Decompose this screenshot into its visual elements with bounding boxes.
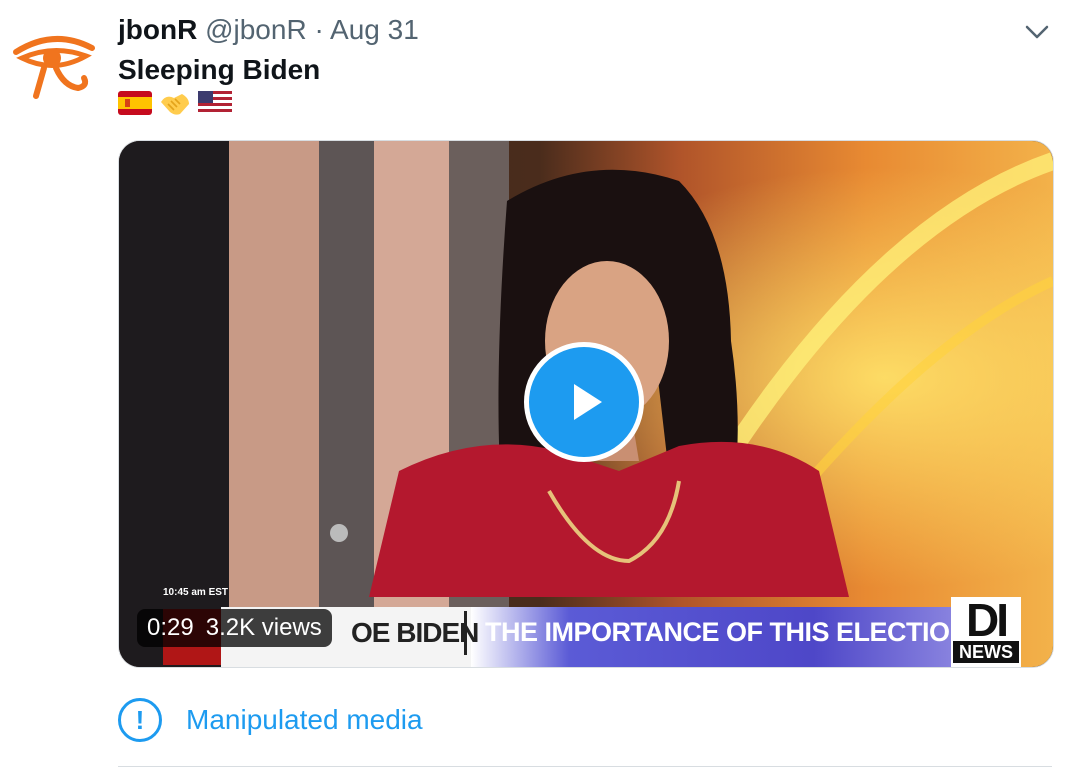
chevron-down-icon: [1025, 25, 1049, 39]
on-screen-time: 10:45 am EST: [163, 587, 229, 598]
tweet-date[interactable]: Aug 31: [330, 14, 419, 45]
us-flag-icon: [198, 91, 232, 115]
tweet-header: jbonR @jbonR · Aug 31: [118, 14, 419, 46]
author-name[interactable]: jbonR: [118, 14, 197, 45]
eye-of-horus-icon: [13, 36, 95, 99]
video-duration: 0:29: [147, 614, 194, 641]
author-handle[interactable]: @jbonR: [205, 14, 307, 45]
play-icon: [574, 384, 602, 420]
channel-logo-sub: NEWS: [953, 641, 1019, 663]
video-player[interactable]: OE BIDEN THE IMPORTANCE OF THIS ELECTION…: [118, 140, 1054, 668]
tweet-text: Sleeping Biden: [118, 54, 321, 85]
divider: [118, 766, 1052, 767]
notice-label[interactable]: Manipulated media: [186, 704, 423, 736]
ticker-name: OE BIDEN: [351, 617, 479, 648]
more-options-button[interactable]: [1020, 20, 1054, 44]
handshake-icon: [161, 94, 189, 115]
ticker-separator: [464, 611, 467, 655]
ticker-headline: THE IMPORTANCE OF THIS ELECTION: [485, 617, 969, 647]
emoji-row: [118, 88, 232, 118]
spain-flag-icon: [118, 91, 152, 115]
manipulated-media-notice[interactable]: ! Manipulated media: [118, 698, 423, 742]
exclamation-circle-icon: !: [118, 698, 162, 742]
meta-separator: ·: [314, 14, 324, 45]
avatar[interactable]: [8, 14, 100, 106]
play-button[interactable]: [524, 342, 644, 462]
video-views: 3.2K views: [205, 614, 322, 641]
channel-logo: DI: [966, 594, 1009, 646]
video-stats-badge: 0:29 3.2K views: [137, 609, 332, 647]
